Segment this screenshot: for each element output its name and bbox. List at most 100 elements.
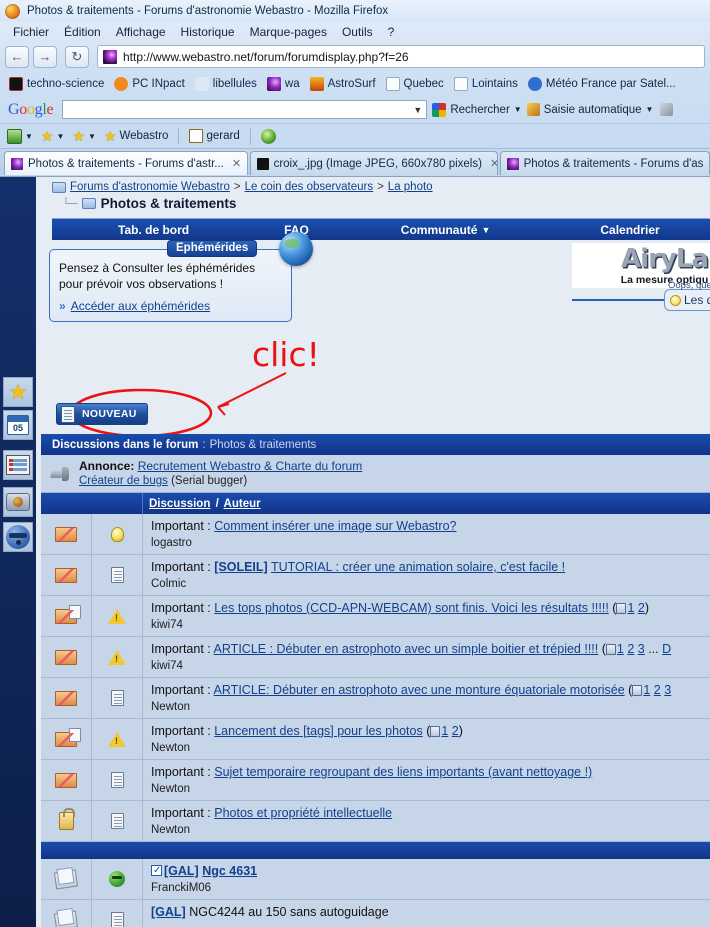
table-row[interactable]: Important : ARTICLE: Débuter en astropho… [41,678,710,719]
menu-affichage[interactable]: Affichage [109,23,173,41]
page-link[interactable]: 2 [638,601,645,615]
column-sort-auteur[interactable]: Auteur [224,498,261,510]
thread-title-link[interactable]: Photos et propriété intellectuelle [214,806,392,820]
google-search-input[interactable]: ▼ [62,100,428,119]
google-saisie-automatique-button[interactable]: Saisie automatique ▼ [526,103,654,116]
table-row[interactable]: [GAL] Ngc 4631 FranckiM06 [41,859,710,900]
highlighter-icon[interactable] [660,103,674,116]
thread-tag-link[interactable]: [SOLEIL] [214,560,267,574]
table-row[interactable]: Important : Photos et propriété intellec… [41,801,710,842]
calendar-gadget[interactable]: 05 [3,410,33,440]
menu-fichier[interactable]: Fichier [6,23,56,41]
screen-capture-button[interactable]: ▼ [5,128,35,144]
webcam-gadget[interactable] [3,487,33,517]
page-title: └─ Photos & traitements [62,196,710,211]
warning-icon [108,649,126,665]
favorites-star-gadget[interactable]: ★ [3,377,33,407]
thread-checkbox[interactable] [151,864,162,878]
smiley-icon [6,525,30,549]
thread-pages: (1 2 3 [628,683,672,697]
oops-box[interactable]: Les dernie [664,289,710,311]
table-row[interactable]: Important : Comment insérer une image su… [41,514,710,555]
chevron-down-icon[interactable]: ▼ [56,132,64,141]
thread-title-link[interactable]: ARTICLE : Débuter en astrophoto avec un … [214,642,599,656]
bookmark-star-1[interactable]: ★ ▼ [39,128,66,145]
page-link[interactable]: 2 [654,683,661,697]
bookmark-star-2[interactable]: ★ ▼ [70,128,97,145]
breadcrumb-coin-observateurs[interactable]: Le coin des observateurs [245,181,374,193]
tab-photos-traitements-2[interactable]: Photos & traitements - Forums d'as [499,151,710,175]
chevron-down-icon[interactable]: ▼ [413,105,422,115]
thread-title-link[interactable]: Sujet temporaire regroupant des liens im… [214,765,592,779]
page-link[interactable]: 1 [441,724,448,738]
close-icon[interactable]: ✕ [490,157,497,170]
chevron-down-icon[interactable]: ▼ [88,132,96,141]
chevron-down-icon[interactable]: ▼ [25,132,33,141]
page-link[interactable]: 1 [643,683,650,697]
bookmark-pc-inpact[interactable]: PC INpact [110,75,188,93]
chevron-down-icon[interactable]: ▼ [514,105,522,114]
nav-tab-de-bord[interactable]: Tab. de bord [118,223,189,237]
thread-title-link[interactable]: Lancement des [tags] pour les photos [214,724,422,738]
chevron-down-icon[interactable]: ▼ [481,225,490,235]
table-row[interactable]: Important : ARTICLE : Débuter en astroph… [41,637,710,678]
page-link[interactable]: 3 [638,642,645,656]
page-link[interactable]: 2 [627,642,634,656]
page-link[interactable]: 3 [664,683,671,697]
new-thread-button[interactable]: NOUVEAU [56,403,148,425]
thread-title-link[interactable]: Les tops photos (CCD-APN-WEBCAM) sont fi… [214,601,609,615]
table-row[interactable]: Important : [SOLEIL] TUTORIAL : créer un… [41,555,710,596]
flash-icon[interactable] [259,128,278,144]
menu-outils[interactable]: Outils [335,23,380,41]
table-row[interactable]: [GAL] NGC4244 au 150 sans autoguidage [41,900,710,927]
table-row[interactable]: Important : Sujet temporaire regroupant … [41,760,710,801]
bookmark-astrosurf[interactable]: AstroSurf [306,75,380,93]
column-sort-discussion[interactable]: Discussion [149,498,210,510]
google-rechercher-button[interactable]: Rechercher ▼ [432,102,522,117]
smiley-gadget[interactable] [3,522,33,552]
bookmark-webastro[interactable]: ★ Webastro [102,128,171,145]
nav-communaute[interactable]: Communauté [401,223,478,237]
thread-tag-link[interactable]: [GAL] [151,905,186,919]
ephemerides-link[interactable]: Accéder aux éphémérides [71,299,210,313]
breadcrumb-forums[interactable]: Forums d'astronomie Webastro [70,181,230,193]
lock-icon [58,808,75,830]
table-row[interactable]: Important : Les tops photos (CCD-APN-WEB… [41,596,710,637]
bookmark-techno-science[interactable]: techno-science [5,75,108,93]
thread-tag-link[interactable]: [GAL] [164,864,199,878]
bookmark-lointains[interactable]: Lointains [450,75,522,93]
breadcrumb-la-photo[interactable]: La photo [388,181,433,193]
menu-marque-pages[interactable]: Marque-pages [243,23,334,41]
tab-photos-traitements-1[interactable]: Photos & traitements - Forums d'astr... … [4,151,248,175]
tab-croix-jpg[interactable]: croix_.jpg (Image JPEG, 660x780 pixels) … [249,151,498,175]
thread-title-link[interactable]: ARTICLE: Débuter en astrophoto avec une … [214,683,625,697]
forward-button[interactable]: → [33,45,57,68]
url-text: http://www.webastro.net/forum/forumdispl… [123,49,409,64]
back-button[interactable]: ← [5,45,29,68]
bookmark-quebec[interactable]: Quebec [382,75,448,93]
table-row[interactable]: Important : Lancement des [tags] pour le… [41,719,710,760]
bookmark-meteo-france[interactable]: Météo France par Satel... [524,75,680,93]
address-bar[interactable]: http://www.webastro.net/forum/forumdispl… [97,45,705,68]
reload-button[interactable]: ↻ [65,45,89,68]
nav-calendrier[interactable]: Calendrier [600,223,659,237]
browser-chrome: Photos & traitements - Forums d'astronom… [0,0,710,177]
announcement-title-link[interactable]: Recrutement Webastro & Charte du forum [138,459,363,473]
menu-edition[interactable]: Édition [57,23,108,41]
announcement-author-link[interactable]: Créateur de bugs [79,475,168,487]
page-link[interactable]: 1 [627,601,634,615]
menu-historique[interactable]: Historique [174,23,242,41]
bookmark-libellules[interactable]: libellules [191,75,261,93]
thread-title-link[interactable]: Ngc 4631 [202,864,257,878]
menu-help[interactable]: ? [381,23,402,41]
page-link-last[interactable]: D [662,642,671,656]
bookmark-gerard[interactable]: gerard [187,129,241,143]
thread-title-link[interactable]: TUTORIAL : créer une animation solaire, … [271,560,565,574]
page-link[interactable]: 1 [617,642,624,656]
thread-title-link[interactable]: Comment insérer une image sur Webastro? [214,519,456,533]
news-feed-gadget[interactable] [3,450,33,480]
bookmark-wa[interactable]: wa [263,75,304,93]
page-link[interactable]: 2 [452,724,459,738]
close-icon[interactable]: ✕ [232,157,241,170]
chevron-down-icon[interactable]: ▼ [646,105,654,114]
